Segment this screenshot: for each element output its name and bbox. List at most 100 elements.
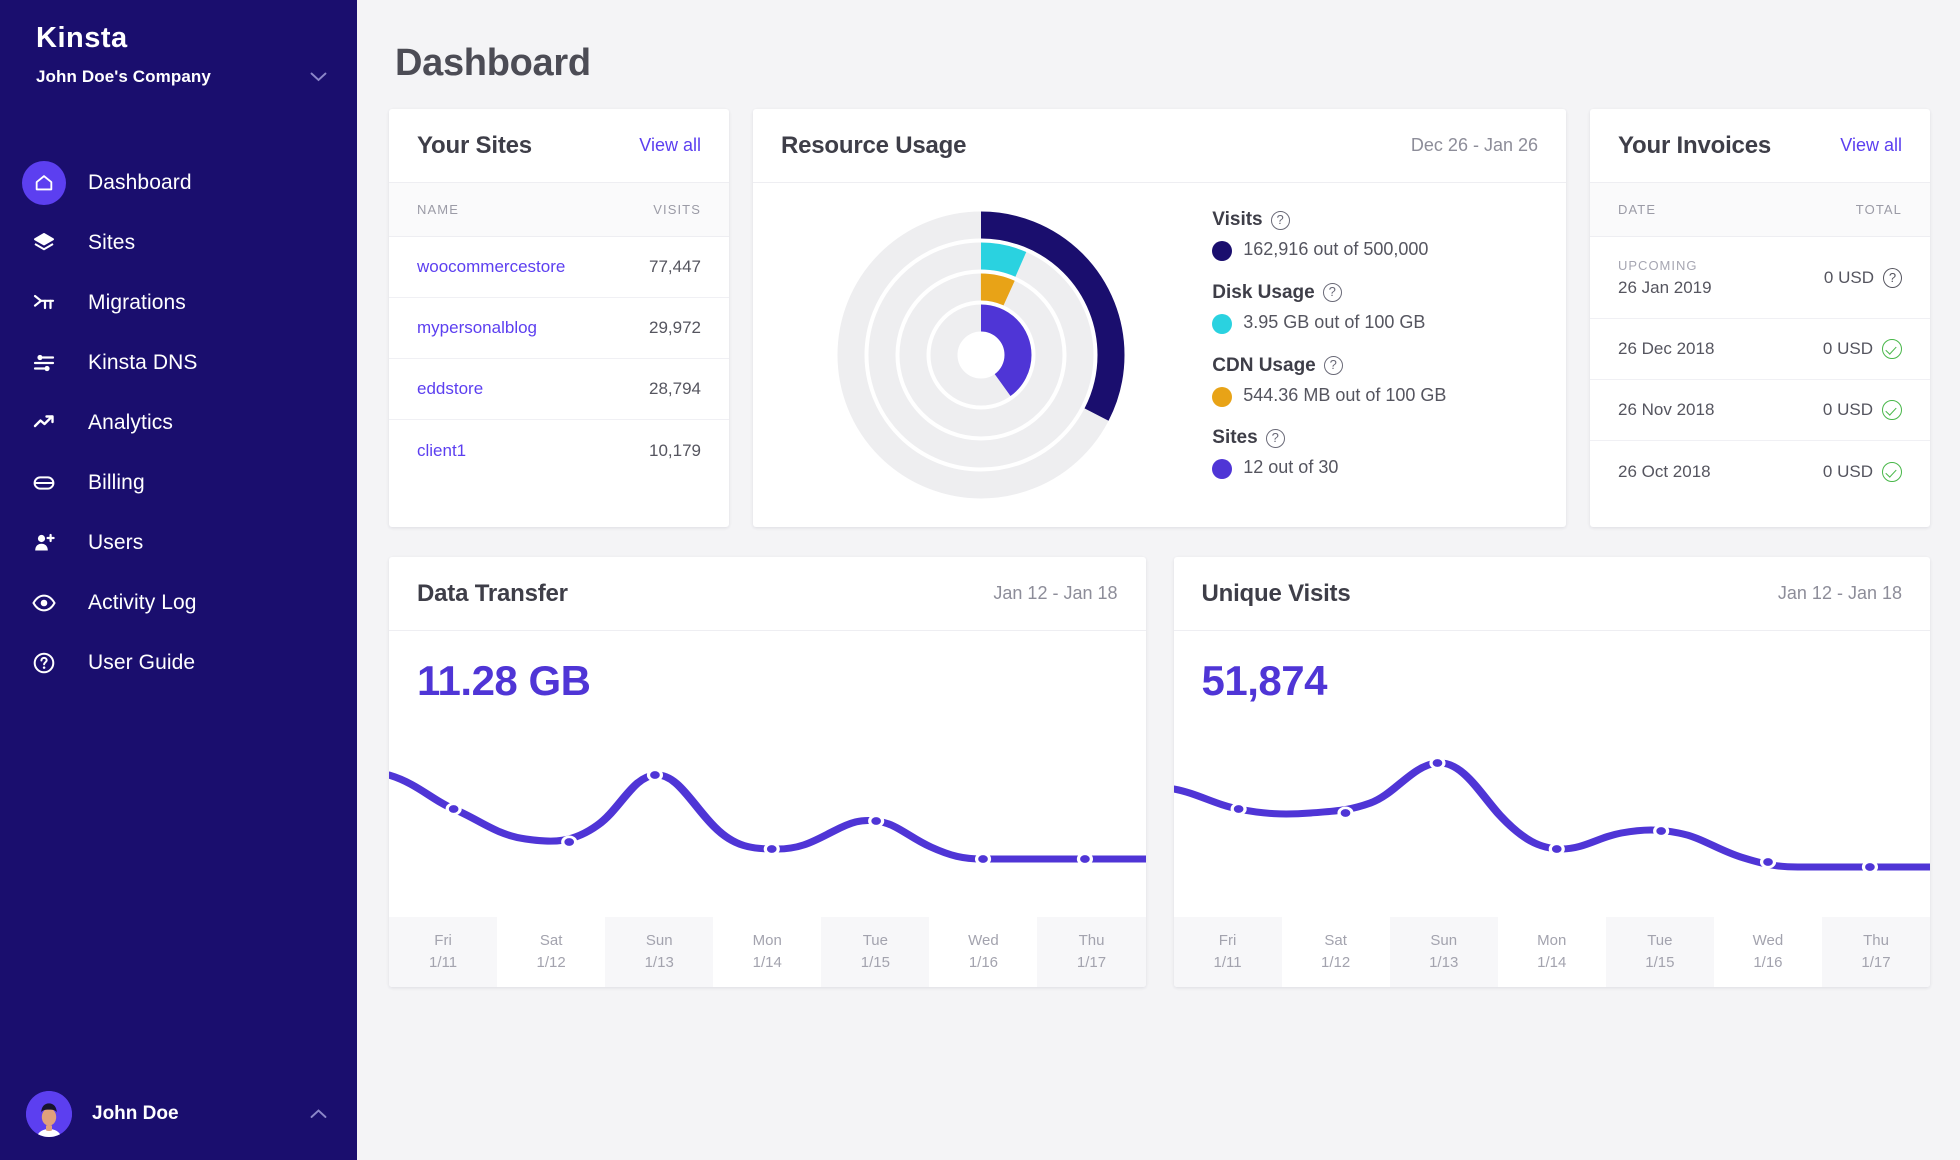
eye-icon: [22, 581, 66, 625]
day-date: 1/15: [861, 952, 890, 974]
sidebar-item-label: User Guide: [88, 651, 195, 675]
invoice-date-cell: UPCOMING 26 Jan 2019: [1618, 258, 1712, 298]
day-date: 1/16: [1753, 952, 1782, 974]
table-row[interactable]: UPCOMING 26 Jan 2019 0 USD ?: [1590, 237, 1930, 319]
sidebar-item-users[interactable]: Users: [0, 513, 357, 573]
sidebar-item-analytics[interactable]: Analytics: [0, 393, 357, 453]
day-date: 1/12: [1321, 952, 1350, 974]
day-name: Thu: [1863, 930, 1889, 952]
sidebar-item-label: Dashboard: [88, 171, 192, 195]
sidebar-item-sites[interactable]: Sites: [0, 213, 357, 273]
card-title: Your Sites: [417, 132, 532, 160]
axis-day-tick: Mon 1/14: [713, 917, 821, 987]
site-name-link[interactable]: eddstore: [417, 379, 483, 399]
table-row[interactable]: 26 Oct 2018 0 USD: [1590, 441, 1930, 502]
question-mark-icon[interactable]: ?: [1271, 211, 1290, 230]
legend-value: 162,916 out of 500,000: [1243, 238, 1428, 262]
axis-day-tick: Tue 1/15: [821, 917, 929, 987]
sidebar-item-user-guide[interactable]: User Guide: [0, 633, 357, 693]
column-header-date: DATE: [1618, 202, 1656, 217]
org-switcher[interactable]: John Doe's Company: [36, 67, 357, 87]
your-invoices-card: Your Invoices View all DATE TOTAL UPCOMI…: [1590, 109, 1930, 527]
invoice-total: 0 USD: [1823, 400, 1873, 420]
table-row[interactable]: woocommercestore 77,447: [389, 237, 729, 298]
sites-view-all-link[interactable]: View all: [639, 135, 701, 156]
upcoming-badge: UPCOMING: [1618, 258, 1712, 273]
legend-color-dot: [1212, 459, 1232, 479]
axis-day-tick: Wed 1/16: [929, 917, 1037, 987]
sidebar-item-billing[interactable]: Billing: [0, 453, 357, 513]
app-root: Kinsta John Doe's Company Dashboard: [0, 0, 1960, 1160]
table-row[interactable]: 26 Nov 2018 0 USD: [1590, 380, 1930, 441]
axis-day-tick: Fri 1/11: [389, 917, 497, 987]
credit-card-icon: [22, 461, 66, 505]
layers-icon: [22, 221, 66, 265]
site-name-link[interactable]: mypersonalblog: [417, 318, 537, 338]
legend-group-visits: Visits ? 162,916 out of 500,000: [1212, 209, 1538, 262]
card-header: Your Sites View all: [389, 109, 729, 183]
card-header: Resource Usage Dec 26 - Jan 26: [753, 109, 1566, 183]
trend-up-icon: [22, 401, 66, 445]
chevron-up-icon: [310, 1106, 327, 1123]
card-title: Your Invoices: [1618, 132, 1771, 160]
your-sites-card: Your Sites View all NAME VISITS woocomme…: [389, 109, 729, 527]
sidebar-item-activity-log[interactable]: Activity Log: [0, 573, 357, 633]
user-menu[interactable]: John Doe: [0, 1068, 357, 1160]
sidebar-item-label: Analytics: [88, 411, 173, 435]
site-visits-value: 10,179: [649, 441, 701, 461]
data-transfer-stat: 11.28 GB: [389, 631, 1146, 705]
invoice-total-cell: 0 USD: [1823, 462, 1902, 482]
legend-title: Disk Usage: [1212, 282, 1314, 304]
table-row[interactable]: client1 10,179: [389, 420, 729, 481]
invoices-view-all-link[interactable]: View all: [1840, 135, 1902, 156]
day-name: Sat: [1324, 930, 1347, 952]
main-content: Dashboard Your Sites View all NAME VISIT…: [357, 0, 1960, 1160]
site-name-link[interactable]: woocommercestore: [417, 257, 565, 277]
table-row[interactable]: 26 Dec 2018 0 USD: [1590, 319, 1930, 380]
column-header-name: NAME: [417, 202, 459, 217]
table-row[interactable]: eddstore 28,794: [389, 359, 729, 420]
site-visits-value: 28,794: [649, 379, 701, 399]
data-transfer-date-range: Jan 12 - Jan 18: [993, 583, 1117, 604]
site-visits-value: 77,447: [649, 257, 701, 277]
axis-day-tick: Thu 1/17: [1822, 917, 1930, 987]
dns-nodes-icon: [22, 341, 66, 385]
day-name: Tue: [863, 930, 888, 952]
card-title: Unique Visits: [1202, 580, 1351, 608]
sidebar-item-label: Users: [88, 531, 143, 555]
invoice-total-cell: 0 USD: [1823, 339, 1902, 359]
day-date: 1/15: [1645, 952, 1674, 974]
question-mark-icon[interactable]: ?: [1324, 356, 1343, 375]
legend-color-dot: [1212, 387, 1232, 407]
day-date: 1/17: [1861, 952, 1890, 974]
check-circle-icon: [1882, 462, 1902, 482]
legend-value: 3.95 GB out of 100 GB: [1243, 311, 1425, 335]
invoice-date: 26 Oct 2018: [1618, 462, 1711, 482]
question-mark-icon[interactable]: ?: [1266, 429, 1285, 448]
sidebar-item-label: Billing: [88, 471, 145, 495]
legend-color-dot: [1212, 241, 1232, 261]
legend-group-cdn-usage: CDN Usage ? 544.36 MB out of 100 GB: [1212, 355, 1538, 408]
sidebar-item-kinsta-dns[interactable]: Kinsta DNS: [0, 333, 357, 393]
check-circle-icon: [1882, 339, 1902, 359]
question-mark-icon[interactable]: ?: [1323, 283, 1342, 302]
legend-value: 12 out of 30: [1243, 456, 1338, 480]
sidebar-item-migrations[interactable]: Migrations: [0, 273, 357, 333]
day-date: 1/16: [969, 952, 998, 974]
day-name: Mon: [753, 930, 782, 952]
card-title: Resource Usage: [781, 132, 966, 160]
site-name-link[interactable]: client1: [417, 441, 466, 461]
avatar: [26, 1091, 72, 1137]
legend-group-disk-usage: Disk Usage ? 3.95 GB out of 100 GB: [1212, 282, 1538, 335]
day-name: Sat: [540, 930, 563, 952]
table-row[interactable]: mypersonalblog 29,972: [389, 298, 729, 359]
day-name: Fri: [434, 930, 452, 952]
user-plus-icon: [22, 521, 66, 565]
day-name: Sun: [646, 930, 673, 952]
day-name: Mon: [1537, 930, 1566, 952]
question-mark-icon[interactable]: ?: [1883, 268, 1902, 288]
sidebar-item-dashboard[interactable]: Dashboard: [0, 153, 357, 213]
day-date: 1/14: [1537, 952, 1566, 974]
user-name: John Doe: [92, 1103, 179, 1125]
day-date: 1/12: [537, 952, 566, 974]
